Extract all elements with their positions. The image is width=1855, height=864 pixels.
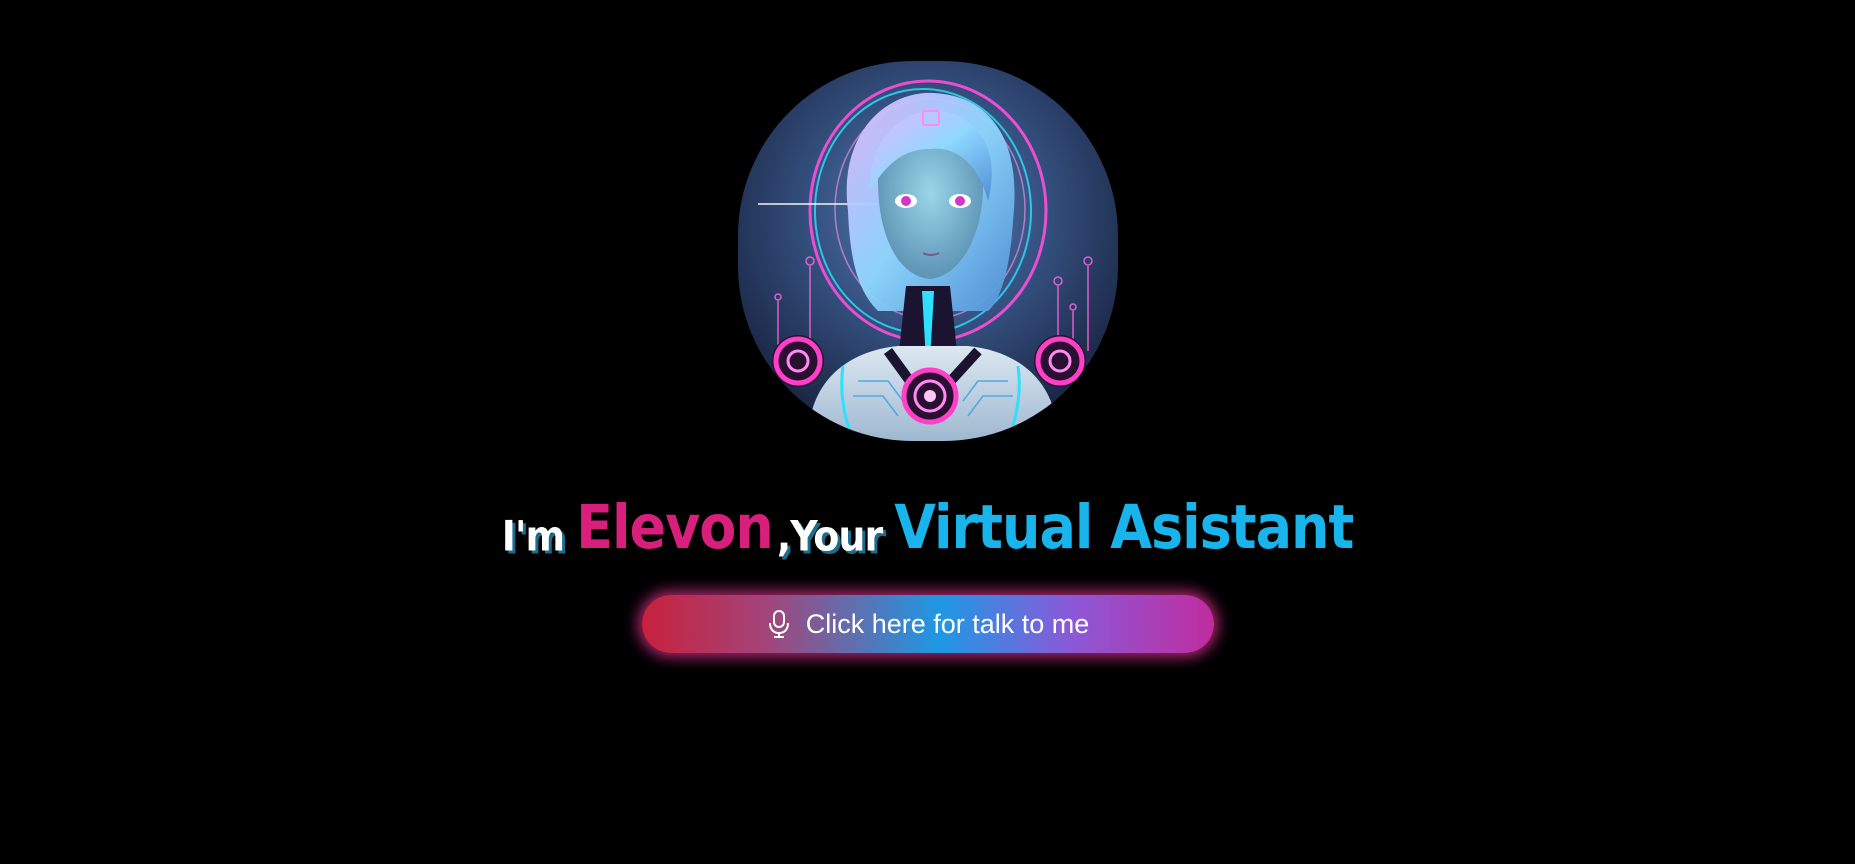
assistant-role: Virtual Asistant — [894, 492, 1354, 563]
assistant-avatar — [737, 61, 1118, 441]
robot-portrait-image — [757, 79, 1093, 441]
page: I'm Elevon ,Your Virtual Asistant Click … — [0, 0, 1855, 864]
page-title: I'm Elevon ,Your Virtual Asistant — [501, 491, 1355, 563]
microphone-icon — [766, 609, 792, 639]
assistant-name: Elevon — [576, 492, 774, 563]
talk-button-label: Click here for talk to me — [805, 608, 1090, 639]
headline-connector: ,Your — [776, 511, 883, 561]
talk-button[interactable]: Click here for talk to me — [641, 595, 1214, 653]
headline-prefix: I'm — [501, 511, 565, 561]
